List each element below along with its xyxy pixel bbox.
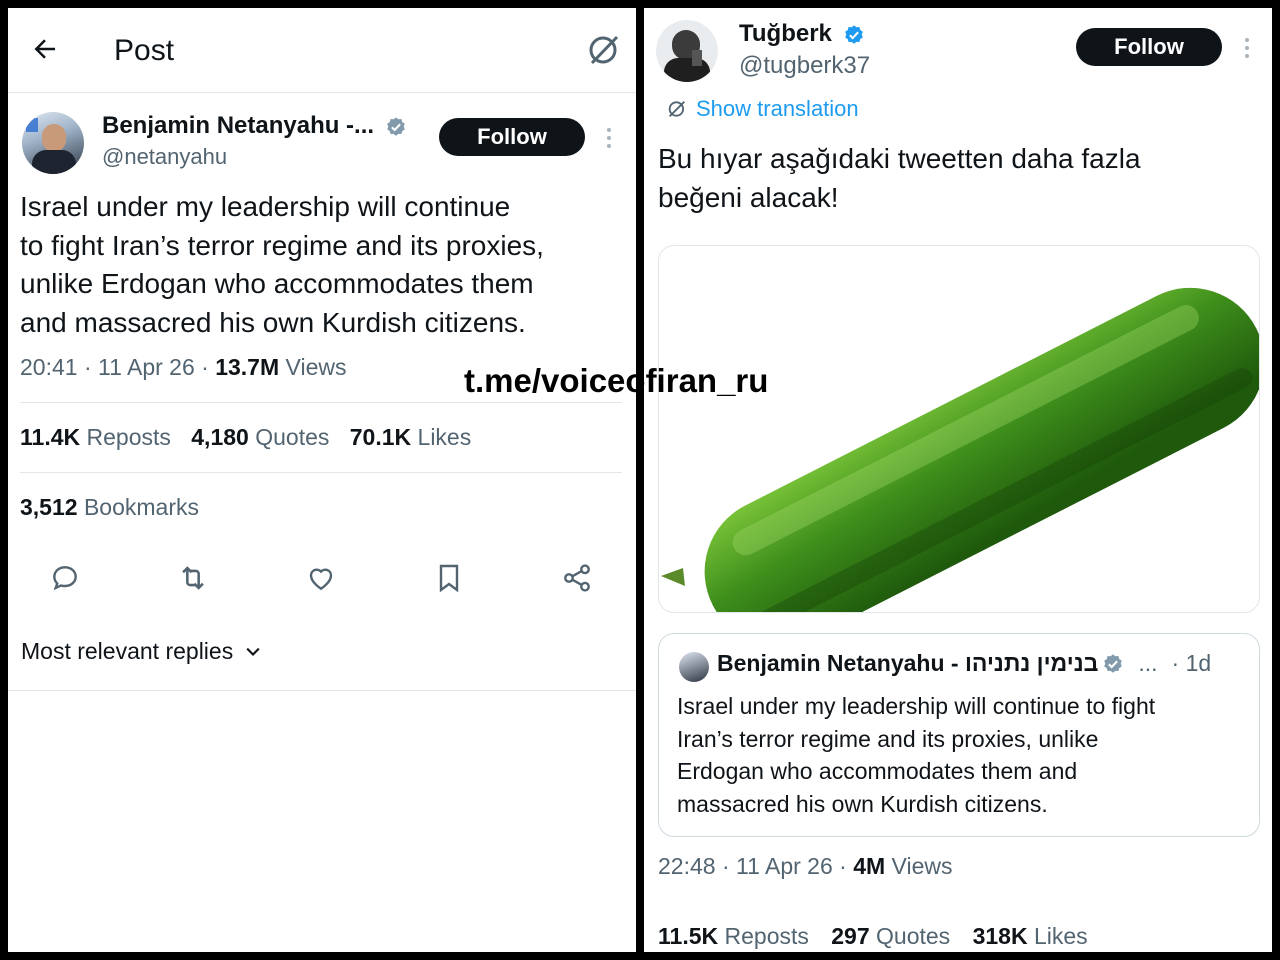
reposts-label: Reposts [80,424,171,450]
show-translation-label: Show translation [696,96,859,121]
quotes-count: 297 [831,923,870,949]
likes-count: 70.1K [349,424,412,450]
views-count: 13.7M [215,354,280,380]
reposts-label: Reposts [718,923,809,949]
post-image[interactable] [658,245,1260,613]
quoted-age: · 1d [1171,650,1212,676]
quoted-text-line: massacred his own Kurdish citizens. [677,790,1048,817]
likes-stat[interactable]: 70.1K Likes [350,424,471,450]
post-text-line: Bu hıyar aşağıdaki tweetten daha fazla [658,143,1141,174]
divider [8,690,636,691]
quoted-text-line: Iran’s terror regime and its proxies, un… [677,725,1099,752]
views-label: Views [885,853,953,879]
follow-button[interactable]: Follow [1076,28,1222,66]
author-name-row[interactable]: Benjamin Netanyahu -... [102,112,407,140]
quotes-label: Quotes [869,923,951,949]
replies-sort-label: Most relevant replies [21,638,234,664]
post-text-line: to fight Iran’s terror regime and its pr… [20,229,544,261]
reposts-count: 11.4K [20,424,81,450]
avatar[interactable] [22,112,84,174]
author-handle[interactable]: @tugberk37 [739,52,870,80]
watermark-text: t.me/voiceofiran_ru [464,362,769,399]
quoted-author-name: Benjamin Netanyahu - בנימין נתניהו [717,650,1099,676]
verified-icon [844,25,863,44]
quotes-stat[interactable]: 297 Quotes [831,923,950,949]
back-arrow-icon [34,39,55,59]
engagement-stats: 11.5K Reposts 297 Quotes 318K Likes [658,923,1088,950]
views-count: 4M [853,853,886,879]
bookmarks-label: Bookmarks [77,494,199,520]
divider [20,472,622,473]
cucumber-image [661,287,1259,612]
divider [20,402,622,403]
quotes-count: 4,180 [191,424,249,450]
quoted-text-line: Erdogan who accommodates them and [677,758,1078,784]
reposts-stat[interactable]: 11.5K Reposts [658,923,809,949]
quoted-tweet[interactable]: Benjamin Netanyahu - בנימין נתניהו ... ·… [658,633,1260,837]
quoted-header: Benjamin Netanyahu - בנימין נתניהו ... ·… [717,650,1211,677]
repost-button[interactable] [175,560,211,596]
bookmarks-stat[interactable]: 3,512 Bookmarks [20,494,199,521]
page-title: Post [114,34,175,67]
quoted-avatar [679,652,709,682]
post-timestamp[interactable]: 22:48 · 11 Apr 26 · [658,853,853,879]
bookmark-button[interactable] [431,560,467,596]
like-button[interactable] [303,560,339,596]
likes-stat[interactable]: 318K Likes [973,923,1088,949]
post-meta: 20:41 · 11 Apr 26 · 13.7M Views [20,354,346,381]
verified-icon [386,117,405,136]
show-translation-link[interactable]: Show translation [666,96,859,122]
post-text: Bu hıyar aşağıdaki tweetten daha fazla b… [658,140,1141,217]
post-text-line: Israel under my leadership will continue [20,191,511,222]
engagement-stats: 11.4K Reposts 4,180 Quotes 70.1K Likes [20,424,471,451]
verified-icon [1104,653,1123,673]
reposts-stat[interactable]: 11.4K Reposts [20,424,171,450]
grok-button[interactable] [586,32,622,73]
post-text-line: and massacred his own Kurdish citizens. [20,306,526,338]
share-icon [564,564,590,592]
more-icon[interactable] [1245,38,1251,58]
share-button[interactable] [559,560,595,596]
post-text-line: beğeni alacak! [658,181,839,213]
likes-label: Likes [411,424,472,450]
quoted-ellipsis: ... [1138,650,1158,676]
bookmark-icon [439,564,459,593]
follow-button[interactable]: Follow [439,118,585,156]
author-name[interactable]: Tuğberk [739,20,832,47]
views-label: Views [279,354,347,380]
avatar[interactable] [656,20,718,82]
reply-button[interactable] [47,560,83,596]
post-meta: 22:48 · 11 Apr 26 · 4M Views [658,853,952,880]
back-button[interactable] [30,34,60,69]
bookmarks-count: 3,512 [20,494,78,520]
chevron-down-icon [246,647,260,656]
replies-sort-dropdown[interactable]: Most relevant replies [21,638,263,665]
left-post-panel: Post Benjamin Netanyahu -... @netanyahu … [8,8,636,952]
quoted-text: Israel under my leadership will continue… [677,690,1155,820]
quotes-label: Quotes [248,424,330,450]
quoted-text-line: Israel under my leadership will continue… [677,693,1156,719]
divider [8,92,636,93]
translate-icon [668,101,685,117]
post-text-line: unlike Erdogan who accommodates them [20,268,534,299]
post-timestamp[interactable]: 20:41 · 11 Apr 26 · [20,354,215,380]
more-icon[interactable] [607,128,613,148]
author-handle[interactable]: @netanyahu [102,144,227,170]
likes-count: 318K [972,923,1028,949]
author-name-row[interactable]: Tuğberk [739,20,865,48]
like-icon [309,568,333,591]
reply-icon [53,566,77,591]
grok-icon [589,35,619,65]
likes-label: Likes [1027,923,1088,949]
post-text: Israel under my leadership will continue… [20,188,544,342]
right-post-panel: Tuğberk @tugberk37 Follow Show translati… [644,8,1272,952]
quotes-stat[interactable]: 4,180 Quotes [191,424,329,450]
reposts-count: 11.5K [658,923,719,949]
repost-icon [182,566,204,590]
author-name[interactable]: Benjamin Netanyahu -... [102,112,374,139]
